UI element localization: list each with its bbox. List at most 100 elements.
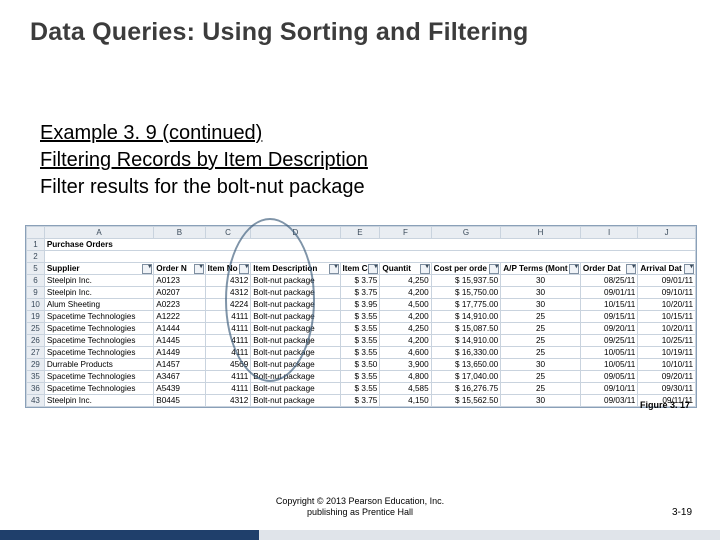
row-num[interactable]: 10 bbox=[27, 299, 45, 311]
table-row: 6Steelpin Inc.A01234312Bolt-nut package3… bbox=[27, 275, 696, 287]
hdr-ap-terms[interactable]: A/P Terms (Mont bbox=[501, 263, 581, 275]
cell: 13,650.00 bbox=[431, 359, 501, 371]
cell: 4,500 bbox=[380, 299, 431, 311]
cell: 3.55 bbox=[340, 347, 380, 359]
cell: 25 bbox=[501, 335, 581, 347]
cell: A1457 bbox=[154, 359, 205, 371]
col-C[interactable]: C bbox=[205, 227, 251, 239]
cell: 4,250 bbox=[380, 323, 431, 335]
col-F[interactable]: F bbox=[380, 227, 431, 239]
cell: A1445 bbox=[154, 335, 205, 347]
cell: Bolt-nut package bbox=[251, 383, 340, 395]
cell: 4312 bbox=[205, 275, 251, 287]
cell: 25 bbox=[501, 371, 581, 383]
col-E[interactable]: E bbox=[340, 227, 380, 239]
cell: Spacetime Technologies bbox=[44, 347, 153, 359]
row-num[interactable]: 36 bbox=[27, 383, 45, 395]
hdr-order-date[interactable]: Order Dat bbox=[580, 263, 637, 275]
cell: Bolt-nut package bbox=[251, 311, 340, 323]
cell: 4,200 bbox=[380, 311, 431, 323]
row-num[interactable]: 25 bbox=[27, 323, 45, 335]
cell: Durrable Products bbox=[44, 359, 153, 371]
corner-cell bbox=[27, 227, 45, 239]
cell: 4312 bbox=[205, 395, 251, 407]
col-J[interactable]: J bbox=[638, 227, 696, 239]
row-num[interactable]: 26 bbox=[27, 335, 45, 347]
cell: 10/19/11 bbox=[638, 347, 696, 359]
table-row: 35Spacetime TechnologiesA34674111Bolt-nu… bbox=[27, 371, 696, 383]
row-num[interactable]: 9 bbox=[27, 287, 45, 299]
cell: 10/20/11 bbox=[638, 323, 696, 335]
page-number: 3-19 bbox=[672, 507, 692, 518]
row-num[interactable]: 29 bbox=[27, 359, 45, 371]
col-I[interactable]: I bbox=[580, 227, 637, 239]
hdr-order-no[interactable]: Order N bbox=[154, 263, 205, 275]
cell: Spacetime Technologies bbox=[44, 371, 153, 383]
cell: Steelpin Inc. bbox=[44, 395, 153, 407]
row-num[interactable]: 35 bbox=[27, 371, 45, 383]
empty-row bbox=[44, 251, 695, 263]
cell: 09/20/11 bbox=[638, 371, 696, 383]
cell: 15,937.50 bbox=[431, 275, 501, 287]
col-H[interactable]: H bbox=[501, 227, 581, 239]
cell: A5439 bbox=[154, 383, 205, 395]
hdr-item-cost[interactable]: Item Co bbox=[340, 263, 380, 275]
row-num-1[interactable]: 1 bbox=[27, 239, 45, 251]
cell: 4111 bbox=[205, 323, 251, 335]
col-G[interactable]: G bbox=[431, 227, 501, 239]
row-num[interactable]: 43 bbox=[27, 395, 45, 407]
cell: 09/15/11 bbox=[580, 311, 637, 323]
cell: 10/20/11 bbox=[638, 299, 696, 311]
col-A[interactable]: A bbox=[44, 227, 153, 239]
hdr-item-no[interactable]: Item No bbox=[205, 263, 251, 275]
row-num[interactable]: 27 bbox=[27, 347, 45, 359]
cell: 08/25/11 bbox=[580, 275, 637, 287]
row-num-2[interactable]: 2 bbox=[27, 251, 45, 263]
cell: 10/05/11 bbox=[580, 347, 637, 359]
cell: 15,562.50 bbox=[431, 395, 501, 407]
body-text: Example 3. 9 (continued) Filtering Recor… bbox=[40, 120, 680, 201]
cell: A3467 bbox=[154, 371, 205, 383]
cell: 4,150 bbox=[380, 395, 431, 407]
hdr-arrival-date[interactable]: Arrival Dat bbox=[638, 263, 696, 275]
cell: B0445 bbox=[154, 395, 205, 407]
hdr-cost-order[interactable]: Cost per orde bbox=[431, 263, 501, 275]
cell: 3.75 bbox=[340, 275, 380, 287]
cell: 4,600 bbox=[380, 347, 431, 359]
cell: 3.95 bbox=[340, 299, 380, 311]
copyright-line2: publishing as Prentice Hall bbox=[307, 507, 413, 517]
cell: 30 bbox=[501, 287, 581, 299]
row-num[interactable]: 6 bbox=[27, 275, 45, 287]
cell: Bolt-nut package bbox=[251, 335, 340, 347]
body-line-1: Example 3. 9 (continued) bbox=[40, 120, 680, 147]
cell: 09/25/11 bbox=[580, 335, 637, 347]
cell: 09/10/11 bbox=[638, 287, 696, 299]
cell: 30 bbox=[501, 395, 581, 407]
cell: 3.75 bbox=[340, 395, 380, 407]
row-num-hdr[interactable]: 5 bbox=[27, 263, 45, 275]
cell: 30 bbox=[501, 299, 581, 311]
hdr-quantity[interactable]: Quantit bbox=[380, 263, 431, 275]
cell: 17,775.00 bbox=[431, 299, 501, 311]
cell: 16,276.75 bbox=[431, 383, 501, 395]
col-B[interactable]: B bbox=[154, 227, 205, 239]
cell: 25 bbox=[501, 347, 581, 359]
cell: Bolt-nut package bbox=[251, 323, 340, 335]
row-num[interactable]: 19 bbox=[27, 311, 45, 323]
col-D[interactable]: D bbox=[251, 227, 340, 239]
table-row: 10Alum SheetingA02234224Bolt-nut package… bbox=[27, 299, 696, 311]
hdr-supplier[interactable]: Supplier bbox=[44, 263, 153, 275]
cell: 10/15/11 bbox=[580, 299, 637, 311]
table-row: 19Spacetime TechnologiesA12224111Bolt-nu… bbox=[27, 311, 696, 323]
row-1: 1 Purchase Orders bbox=[27, 239, 696, 251]
cell: A1449 bbox=[154, 347, 205, 359]
cell: Spacetime Technologies bbox=[44, 335, 153, 347]
sheet-title-cell: Purchase Orders bbox=[44, 239, 695, 251]
hdr-item-desc[interactable]: Item Description bbox=[251, 263, 340, 275]
cell: 09/10/11 bbox=[580, 383, 637, 395]
cell: 14,910.00 bbox=[431, 335, 501, 347]
cell: 10/10/11 bbox=[638, 359, 696, 371]
cell: 09/05/11 bbox=[580, 371, 637, 383]
cell: 4111 bbox=[205, 371, 251, 383]
cell: 15,087.50 bbox=[431, 323, 501, 335]
